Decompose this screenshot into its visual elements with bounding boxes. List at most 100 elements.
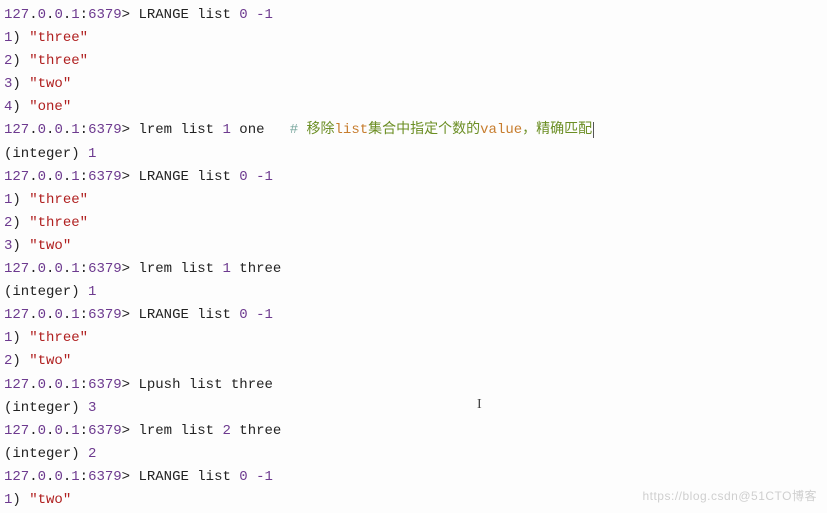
- code-token: 127: [4, 377, 29, 393]
- caret-icon: [593, 122, 594, 138]
- terminal-line: 2) "three": [4, 50, 823, 73]
- code-token: "two": [29, 353, 71, 369]
- code-token: 0: [38, 423, 46, 439]
- code-token: .: [29, 469, 37, 485]
- code-token: three: [231, 261, 281, 277]
- code-token: 127: [4, 307, 29, 323]
- text-cursor-icon: I: [477, 393, 482, 416]
- code-token: "two": [29, 492, 71, 508]
- terminal-line: 127.0.0.1:6379> LRANGE list 0 -1: [4, 304, 823, 327]
- code-token: :: [80, 169, 88, 185]
- code-token: 6379: [88, 122, 122, 138]
- code-token: > lrem list: [122, 122, 223, 138]
- code-token: :: [80, 307, 88, 323]
- terminal-output: 127.0.0.1:6379> LRANGE list 0 -11) "thre…: [4, 4, 823, 512]
- code-token: > lrem list: [122, 423, 223, 439]
- terminal-line: 127.0.0.1:6379> Lpush list three: [4, 374, 823, 397]
- code-token: 1: [71, 169, 79, 185]
- terminal-line: 127.0.0.1:6379> lrem list 1 three: [4, 258, 823, 281]
- terminal-line: 4) "one": [4, 96, 823, 119]
- code-token: :: [80, 7, 88, 23]
- code-token: :: [80, 377, 88, 393]
- terminal-line: (integer) 3: [4, 397, 823, 420]
- code-token: "three": [29, 192, 88, 208]
- code-token: 1: [71, 307, 79, 323]
- code-token: :: [80, 469, 88, 485]
- code-token: .: [63, 122, 71, 138]
- code-token: .: [63, 377, 71, 393]
- code-token: ): [12, 215, 29, 231]
- code-token: 集合中指定个数的: [368, 122, 480, 138]
- code-token: ，精确匹配: [522, 122, 592, 138]
- code-token: ): [12, 353, 29, 369]
- code-token: 0 -1: [239, 169, 273, 185]
- code-token: one: [231, 122, 290, 138]
- code-token: 2: [88, 446, 96, 462]
- code-token: "two": [29, 76, 71, 92]
- code-token: 0: [38, 7, 46, 23]
- code-token: .: [29, 423, 37, 439]
- code-token: "one": [29, 99, 71, 115]
- code-token: > LRANGE list: [122, 7, 240, 23]
- code-token: 1: [71, 7, 79, 23]
- terminal-line: 3) "two": [4, 235, 823, 258]
- code-token: .: [29, 169, 37, 185]
- code-token: 0 -1: [239, 307, 273, 323]
- code-token: .: [63, 423, 71, 439]
- code-token: ): [12, 53, 29, 69]
- terminal-line: 1) "three": [4, 327, 823, 350]
- code-token: :: [80, 261, 88, 277]
- code-token: list: [335, 122, 369, 138]
- code-token: ): [12, 492, 29, 508]
- code-token: :: [80, 423, 88, 439]
- terminal-line: (integer) 1: [4, 143, 823, 166]
- code-token: .: [29, 122, 37, 138]
- terminal-line: (integer) 1: [4, 281, 823, 304]
- code-token: 0: [38, 122, 46, 138]
- code-token: (integer): [4, 446, 88, 462]
- terminal-line: 2) "two": [4, 350, 823, 373]
- code-token: 6379: [88, 423, 122, 439]
- code-token: 0: [54, 261, 62, 277]
- code-token: 6379: [88, 169, 122, 185]
- code-token: 127: [4, 469, 29, 485]
- code-token: 0: [54, 423, 62, 439]
- terminal-line: 1) "three": [4, 27, 823, 50]
- watermark-text: https://blog.csdn@51CTO博客: [642, 487, 817, 507]
- code-token: .: [29, 7, 37, 23]
- code-token: > LRANGE list: [122, 307, 240, 323]
- terminal-line: 127.0.0.1:6379> lrem list 1 one # 移除list…: [4, 119, 823, 142]
- code-token: 0: [54, 7, 62, 23]
- code-token: 1: [71, 423, 79, 439]
- code-token: ): [12, 30, 29, 46]
- code-token: > LRANGE list: [122, 169, 240, 185]
- code-token: 1: [71, 261, 79, 277]
- code-token: "three": [29, 215, 88, 231]
- code-token: 6379: [88, 377, 122, 393]
- code-token: .: [63, 7, 71, 23]
- terminal-line: 3) "two": [4, 73, 823, 96]
- code-token: ): [12, 76, 29, 92]
- code-token: ): [12, 99, 29, 115]
- code-token: 6379: [88, 7, 122, 23]
- code-token: .: [29, 377, 37, 393]
- code-token: > Lpush list three: [122, 377, 273, 393]
- code-token: .: [63, 307, 71, 323]
- code-token: 127: [4, 122, 29, 138]
- code-token: 127: [4, 7, 29, 23]
- code-token: 1: [223, 261, 231, 277]
- code-token: value: [480, 122, 522, 138]
- code-token: three: [231, 423, 281, 439]
- code-token: ): [12, 330, 29, 346]
- code-token: 3: [88, 400, 96, 416]
- code-token: 1: [71, 469, 79, 485]
- code-token: #: [290, 122, 307, 138]
- code-token: (integer): [4, 400, 88, 416]
- code-token: "three": [29, 30, 88, 46]
- code-token: 0: [54, 169, 62, 185]
- code-token: 1: [88, 284, 96, 300]
- code-token: ): [12, 192, 29, 208]
- code-token: .: [63, 261, 71, 277]
- code-token: 移除: [307, 122, 335, 138]
- code-token: 0: [38, 261, 46, 277]
